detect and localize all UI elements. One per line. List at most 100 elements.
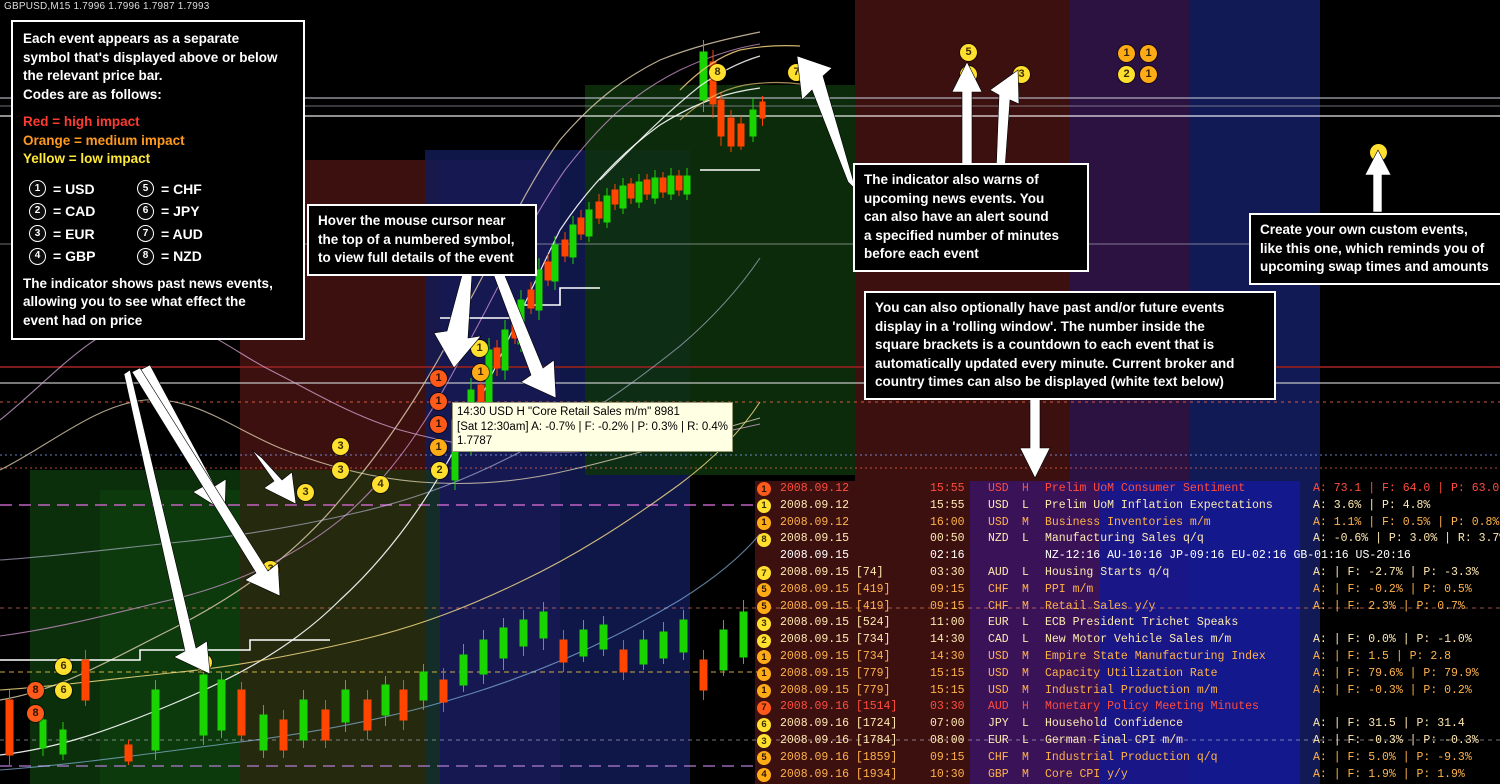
warns-callout-line-5: before each event (864, 246, 979, 261)
event-row[interactable]: 2008.09.15 02:16 NZ-12:16 AU-10:16 JP-09:1… (757, 548, 1500, 565)
event-currency-icon: 8 (757, 532, 771, 547)
news-marker[interactable]: 3 (332, 438, 349, 455)
event-currency-icon: 7 (757, 700, 771, 715)
event-values: A: | F: 1.9% | P: 1.9% (1313, 767, 1465, 781)
event-row[interactable]: 5 2008.09.15 [419] 09:15 CHF M Retail Sales y… (757, 599, 1500, 616)
news-marker[interactable]: 1 (472, 364, 489, 381)
news-marker[interactable]: 1 (1140, 66, 1157, 83)
event-currency: CAD (988, 633, 1009, 647)
event-values: A: | F: -0.3% | P: 0.2% (1313, 683, 1472, 697)
event-date: 2008.09.16 [1784] (780, 733, 898, 747)
hover-callout-line-2: the top of a numbered symbol, (318, 231, 515, 247)
event-row[interactable]: 5 2008.09.15 [419] 09:15 CHF M PPI m/m A: | F:… (757, 582, 1500, 599)
event-currency-icon: 1 (757, 499, 771, 514)
event-row[interactable]: 7 2008.09.15 [74] 03:30 AUD L Housing Starts … (757, 565, 1500, 582)
news-marker[interactable]: 3 (297, 484, 314, 501)
legend-intro-line-1: Each event appears as a separate (23, 31, 240, 46)
currency-number-icon: 7 (137, 225, 154, 243)
event-values: A: 73.1 | F: 64.0 | P: 63.0 | R: 61.7 (1313, 482, 1500, 495)
event-title: Housing Starts q/q (1045, 565, 1170, 579)
news-marker[interactable]: 6 (55, 682, 72, 699)
news-marker[interactable]: 6 (195, 654, 212, 671)
legend-intro-line-2: symbol that's displayed above or below (23, 49, 278, 65)
news-marker[interactable]: 4 (372, 476, 389, 493)
event-impact: L (1022, 616, 1029, 630)
news-marker[interactable]: 5 (960, 66, 977, 83)
currency-code-label: = CAD (53, 203, 96, 219)
event-currency-icon: 5 (757, 751, 771, 766)
custom-events-callout: Create your own custom events, like this… (1249, 213, 1500, 285)
event-currency-icon (757, 550, 771, 564)
legend-outro-line-2: allowing you to see what effect the (23, 294, 246, 309)
currency-code-key: 1 = USD 5 = CHF 2 = CAD 6 = JPY 3 = EUR 7 = AUD 4 = G… (29, 180, 293, 266)
news-marker[interactable]: 1 (1118, 45, 1135, 62)
news-marker[interactable]: 8 (27, 682, 44, 699)
event-currency: CHF (988, 582, 1009, 596)
news-marker[interactable]: 1 (471, 340, 488, 357)
currency-code-label: = AUD (161, 225, 203, 242)
news-marker[interactable]: 7 (788, 64, 805, 81)
news-event-list[interactable]: 1 2008.09.12 15:55 USD H Prelim UoM Consumer … (757, 481, 1500, 783)
event-row[interactable]: 5 2008.09.16 [1859] 09:15 CHF M Industrial Pr… (757, 750, 1500, 767)
event-time: 15:15 (930, 666, 965, 680)
event-row[interactable]: 1 2008.09.12 16:00 USD M Business Inventories… (757, 515, 1500, 532)
currency-code-item: 1 = USD (29, 180, 137, 199)
news-marker[interactable]: 2 (431, 462, 448, 479)
warns-callout-line-3: can also have an alert sound (864, 209, 1049, 224)
event-impact: H (1022, 700, 1029, 714)
event-time: 09:15 (930, 750, 965, 764)
event-row[interactable]: 7 2008.09.16 [1514] 03:30 AUD H Monetary Poli… (757, 699, 1500, 716)
event-date: 2008.09.15 [734] (780, 633, 891, 647)
currency-code-item: 6 = JPY (137, 202, 293, 221)
event-row[interactable]: 3 2008.09.16 [1784] 08:00 EUR L German Final … (757, 733, 1500, 750)
custom-callout-line-1: Create your own custom events, (1260, 222, 1468, 237)
event-impact: M (1022, 683, 1029, 697)
event-currency-icon: 4 (757, 767, 771, 782)
currency-code-label: = JPY (161, 203, 200, 219)
news-marker[interactable]: 1 (430, 393, 447, 410)
event-values: A: | F: 5.0% | P: -9.3% (1313, 750, 1472, 764)
event-row[interactable]: 1 2008.09.12 15:55 USD H Prelim UoM Consumer … (757, 481, 1500, 498)
event-currency: GBP (988, 767, 1009, 781)
custom-callout-line-3: upcoming swap times and amounts (1260, 259, 1489, 274)
event-row[interactable]: 1 2008.09.15 [734] 14:30 USD M Empire State M… (757, 649, 1500, 666)
news-marker[interactable]: 1 (430, 370, 447, 387)
news-marker[interactable]: 3 (262, 561, 279, 578)
event-row[interactable]: 2 2008.09.15 [734] 14:30 CAD L New Motor Vehi… (757, 632, 1500, 649)
event-row[interactable]: 6 2008.09.16 [1724] 07:00 JPY L Household Con… (757, 716, 1500, 733)
event-date: 2008.09.16 [1724] (780, 717, 898, 731)
news-marker[interactable]: 3 (332, 462, 349, 479)
event-time: 10:30 (930, 767, 965, 781)
event-currency: USD (988, 498, 1009, 512)
news-marker[interactable]: 1 (430, 416, 447, 433)
currency-code-item: 8 = NZD (137, 247, 293, 266)
event-row[interactable]: 8 2008.09.15 00:50 NZD L Manufacturing Sales … (757, 531, 1500, 548)
warns-callout-line-1: The indicator also warns of (864, 172, 1039, 187)
event-currency: JPY (988, 717, 1009, 731)
news-marker[interactable]: 1 (430, 439, 447, 456)
news-marker[interactable]: 2 (1118, 66, 1135, 83)
news-marker[interactable]: 1 (1140, 45, 1157, 62)
event-impact: M (1022, 750, 1029, 764)
event-impact: L (1022, 498, 1029, 512)
event-row[interactable]: 1 2008.09.15 [779] 15:15 USD M Capacity Utili… (757, 666, 1500, 683)
news-marker[interactable]: 8 (709, 64, 726, 81)
event-row[interactable]: 4 2008.09.16 [1934] 10:30 GBP M Core CPI y/y A… (757, 767, 1500, 784)
news-marker[interactable]: 8 (27, 705, 44, 722)
event-row[interactable]: 3 2008.09.15 [524] 11:00 EUR L ECB President … (757, 615, 1500, 632)
event-values: A: | F: 2.3% | P: 0.7% (1313, 599, 1465, 613)
event-currency-icon: 5 (757, 599, 771, 614)
event-values: A: | F: 31.5 | P: 31.4 (1313, 717, 1465, 731)
chart-window[interactable]: GBPUSD,M15 1.7996 1.7996 1.7987 1.7993 8… (0, 0, 1500, 784)
legend-outro: The indicator shows past news events, al… (23, 275, 293, 331)
event-impact: L (1022, 717, 1029, 731)
event-date: 2008.09.16 [1859] (780, 750, 898, 764)
news-marker[interactable]: 5 (960, 44, 977, 61)
event-row[interactable]: 1 2008.09.12 15:55 USD L Prelim UoM Inflation… (757, 498, 1500, 515)
news-marker[interactable]: 6 (55, 658, 72, 675)
news-marker[interactable]: ↑ (1370, 144, 1387, 161)
event-currency: EUR (988, 616, 1009, 630)
event-row[interactable]: 1 2008.09.15 [779] 15:15 USD M Industrial Pro… (757, 683, 1500, 700)
news-marker[interactable]: 3 (1013, 66, 1030, 83)
event-date: 2008.09.15 [419] (780, 582, 891, 596)
